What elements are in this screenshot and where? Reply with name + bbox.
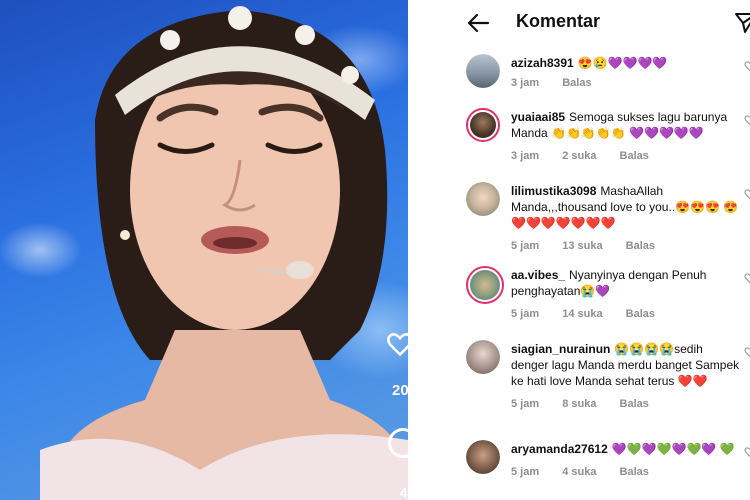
reply-button[interactable]: Balas	[562, 77, 591, 89]
send-icon[interactable]	[734, 12, 750, 34]
video-frame	[40, 6, 408, 500]
comments-panel: Komentar azizah8391 😍😢💜💜💜💜 3 jam Balas yu…	[408, 0, 750, 500]
comment-username[interactable]: yuaiaai85	[511, 110, 565, 124]
comment-like-count: 8 suka	[562, 398, 597, 410]
reply-button[interactable]: Balas	[620, 398, 649, 410]
video-comment-count: 4	[400, 485, 408, 500]
comment-username[interactable]: aryamanda27612	[511, 442, 608, 456]
comment-like-heart-icon[interactable]	[744, 272, 750, 284]
comment-time: 5 jam	[511, 398, 540, 410]
reply-button[interactable]: Balas	[620, 150, 649, 162]
comment-like-count: 4 suka	[562, 466, 597, 478]
comment-time: 3 jam	[511, 150, 540, 162]
video-like-count: 20	[392, 382, 408, 399]
comment-like-heart-icon[interactable]	[744, 446, 750, 458]
comment-time: 5 jam	[511, 466, 540, 478]
avatar[interactable]	[466, 340, 500, 374]
comment-username[interactable]: aa.vibes_	[511, 268, 565, 282]
comment-text: 😍😢💜💜💜💜	[577, 56, 668, 70]
comment-time: 5 jam	[511, 240, 540, 252]
avatar[interactable]	[466, 54, 500, 88]
comment-like-heart-icon[interactable]	[744, 60, 750, 72]
avatar[interactable]	[466, 108, 500, 142]
like-heart-icon[interactable]	[386, 330, 408, 358]
comment-text: 💜💚💜💚💜💚💜 💚	[611, 442, 735, 456]
comment-like-count: 14 suka	[562, 308, 603, 320]
reply-button[interactable]: Balas	[620, 466, 649, 478]
comment-like-count: 13 suka	[562, 240, 603, 252]
avatar[interactable]	[466, 266, 504, 304]
avatar[interactable]	[466, 440, 500, 474]
comment-time: 5 jam	[511, 308, 540, 320]
comment-username[interactable]: siagian_nurainun	[511, 342, 610, 356]
comment-like-count: 2 suka	[562, 150, 597, 162]
comment-like-heart-icon[interactable]	[744, 188, 750, 200]
comment-username[interactable]: lilimustika3098	[511, 184, 596, 198]
video-panel[interactable]: 20 4	[0, 0, 408, 500]
back-arrow-icon[interactable]	[466, 12, 490, 34]
comment-like-heart-icon[interactable]	[744, 346, 750, 358]
reply-button[interactable]: Balas	[626, 240, 655, 252]
reply-button[interactable]: Balas	[626, 308, 655, 320]
page-title: Komentar	[516, 11, 601, 31]
avatar[interactable]	[466, 182, 500, 216]
comment-like-heart-icon[interactable]	[744, 114, 750, 126]
comment-time: 3 jam	[511, 77, 540, 89]
comment-username[interactable]: azizah8391	[511, 56, 574, 70]
